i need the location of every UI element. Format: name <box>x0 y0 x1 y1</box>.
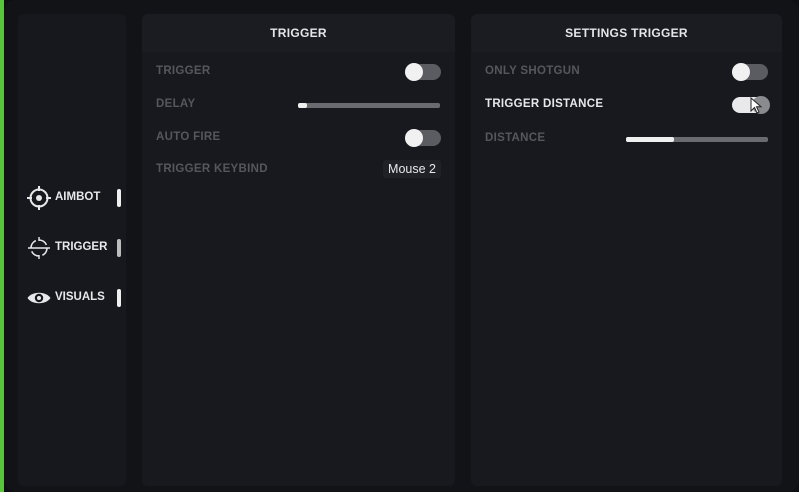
sidebar-item-indicator <box>117 239 121 257</box>
auto-fire-row: AUTO FIRE <box>142 126 455 150</box>
sidebar-item-label: VISUALS <box>55 291 105 303</box>
sidebar-item-label: TRIGGER <box>55 241 108 253</box>
sidebar-item-aimbot[interactable]: AIMBOT <box>26 185 124 211</box>
toggle-knob <box>405 129 423 147</box>
sidebar: AIMBOT TRIGGER VISUALS <box>18 14 126 486</box>
crosshair-icon <box>26 185 52 211</box>
distance-slider-fill <box>626 137 675 142</box>
sidebar-item-label: AIMBOT <box>55 191 101 203</box>
only-shotgun-toggle[interactable] <box>732 63 768 81</box>
panel-title: SETTINGS TRIGGER <box>471 14 782 52</box>
trigger-label: TRIGGER <box>156 65 211 77</box>
sidebar-item-trigger[interactable]: TRIGGER <box>26 235 124 261</box>
trigger-toggle[interactable] <box>405 63 441 81</box>
trigger-distance-row: TRIGGER DISTANCE <box>471 93 782 117</box>
sidebar-item-indicator <box>117 289 121 307</box>
only-shotgun-row: ONLY SHOTGUN <box>471 60 782 84</box>
mouse-cursor-icon <box>750 97 763 114</box>
auto-fire-label: AUTO FIRE <box>156 131 221 143</box>
keybind-row: TRIGGER KEYBIND Mouse 2 <box>142 158 455 182</box>
distance-row: DISTANCE <box>471 127 782 151</box>
distance-label: DISTANCE <box>485 132 546 144</box>
eye-icon <box>26 285 52 311</box>
delay-slider-fill <box>298 103 307 108</box>
settings-trigger-panel: SETTINGS TRIGGER ONLY SHOTGUN TRIGGER DI… <box>471 14 782 486</box>
sidebar-item-visuals[interactable]: VISUALS <box>26 285 124 311</box>
delay-label: DELAY <box>156 98 196 110</box>
distance-slider[interactable] <box>626 137 768 142</box>
sidebar-item-indicator <box>117 189 121 207</box>
trigger-panel: TRIGGER TRIGGER DELAY AUTO FIRE TRIGGER … <box>142 14 455 486</box>
panel-title: TRIGGER <box>142 14 455 52</box>
auto-fire-toggle[interactable] <box>405 129 441 147</box>
toggle-knob <box>405 63 423 81</box>
keybind-button[interactable]: Mouse 2 <box>383 160 441 178</box>
trigger-row: TRIGGER <box>142 60 455 84</box>
only-shotgun-label: ONLY SHOTGUN <box>485 65 580 77</box>
keybind-label: TRIGGER KEYBIND <box>156 163 268 175</box>
delay-row: DELAY <box>142 93 455 117</box>
target-icon <box>26 235 52 261</box>
delay-slider[interactable] <box>298 103 440 108</box>
toggle-knob <box>732 63 750 81</box>
trigger-distance-label: TRIGGER DISTANCE <box>485 98 604 110</box>
